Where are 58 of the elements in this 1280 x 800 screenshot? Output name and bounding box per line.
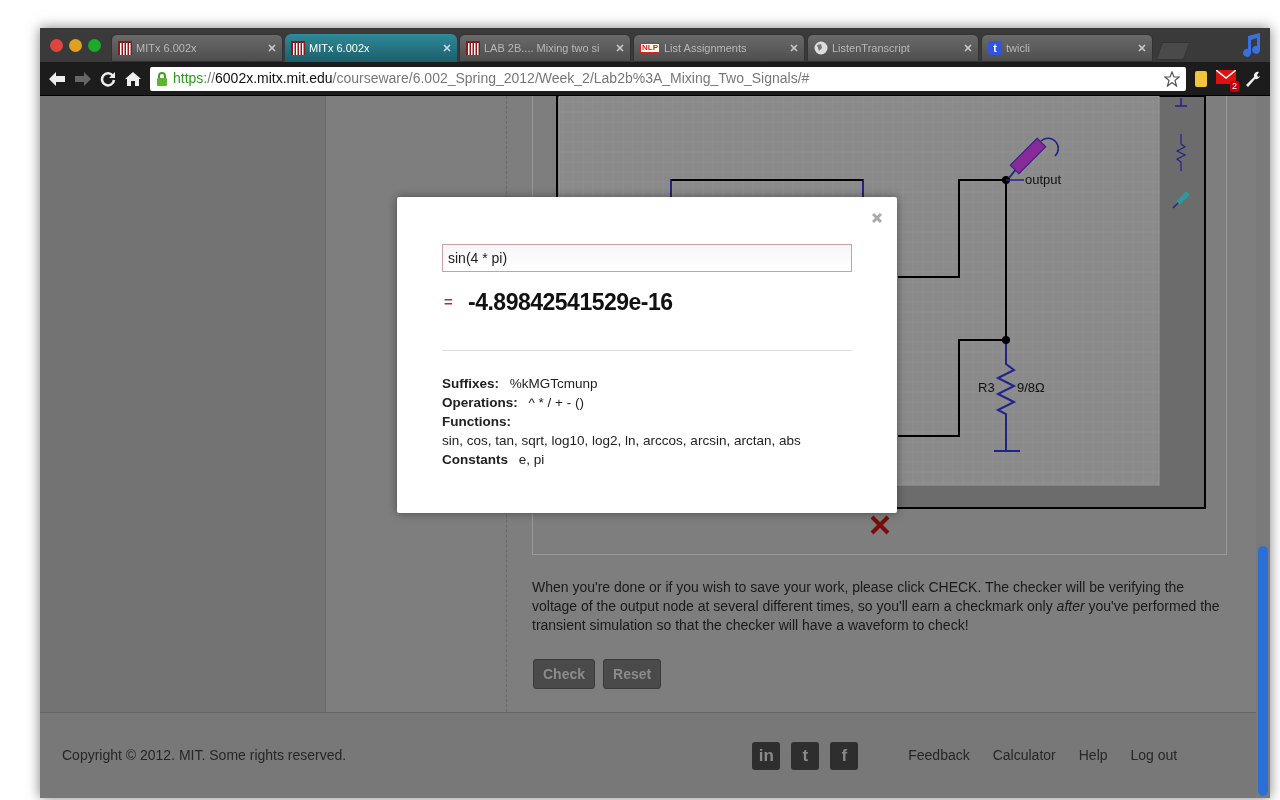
resistor-value: 9/8Ω — [1017, 380, 1045, 395]
tab-close-button[interactable] — [443, 44, 451, 52]
star-icon[interactable] — [1164, 70, 1180, 87]
unread-count-badge: 2 — [1230, 80, 1239, 92]
nlp-logo-icon: NLP — [640, 43, 660, 53]
browser-tab[interactable]: MITx 6.002x — [111, 34, 283, 62]
help-line: Suffixes: %kMGTcmunp — [442, 375, 599, 393]
back-icon[interactable] — [48, 70, 66, 87]
expression-field[interactable]: sin(4 * pi) — [442, 244, 852, 272]
zoom-window-button[interactable] — [88, 38, 101, 52]
tab-close-button[interactable] — [1138, 44, 1146, 52]
forward-icon[interactable] — [74, 70, 92, 87]
node-label: output — [1025, 172, 1062, 187]
lock-icon — [156, 71, 168, 86]
browser-tab[interactable]: ListenTranscript — [807, 34, 979, 62]
footer-link[interactable]: Calculator — [992, 745, 1056, 766]
bars-icon — [118, 41, 132, 55]
minimize-window-button[interactable] — [69, 38, 82, 52]
home-icon[interactable] — [124, 70, 142, 87]
form-button[interactable]: Reset — [603, 659, 662, 689]
scrollbar[interactable] — [1256, 96, 1270, 798]
footer-link[interactable]: Feedback — [908, 745, 970, 766]
bars-icon — [291, 41, 305, 55]
footer-link[interactable]: Help — [1078, 745, 1108, 766]
reload-icon[interactable] — [100, 70, 116, 87]
close-window-button[interactable] — [50, 38, 63, 52]
close-icon[interactable] — [872, 213, 882, 223]
url-text: https://6002x.mitx.mit.edu/courseware/6.002_Spring_2012/Week_2/Lab2b%3A_Mixing_Two_Signals/# — [173, 69, 811, 88]
copyright-text: Copyright © 2012. MIT. Some rights reserved. — [62, 746, 347, 765]
twicli-logo-icon: t — [988, 41, 1002, 55]
probe-tool-icon[interactable] — [1172, 191, 1190, 209]
wrench-icon[interactable] — [1244, 69, 1262, 88]
address-bar[interactable]: https://6002x.mitx.mit.edu/courseware/6.002_Spring_2012/Week_2/Lab2b%3A_Mixing_Two_Signals/# — [150, 66, 1186, 91]
tab-close-button[interactable] — [790, 44, 798, 52]
social-link[interactable]: t — [791, 741, 820, 770]
tab-close-button[interactable] — [964, 44, 972, 52]
result-value: -4.89842541529e-16 — [468, 288, 673, 317]
tab-close-button[interactable] — [268, 44, 276, 52]
resistor-label: R3 — [978, 380, 995, 395]
social-link[interactable]: f — [830, 741, 859, 770]
social-link[interactable]: in — [752, 741, 781, 770]
globe-icon — [814, 41, 828, 55]
tab-close-button[interactable] — [616, 44, 624, 52]
note-icon[interactable] — [1194, 69, 1208, 88]
browser-tab[interactable]: LAB 2B.... Mixing two si — [459, 34, 631, 62]
music-note-icon[interactable] — [1240, 32, 1262, 58]
x-mark-icon[interactable] — [870, 515, 890, 535]
instructions-text: When you're done or if you wish to save your work, please click CHECK. The checker will be verifying the voltage of the output node at several different times, so you'll earn a checkmark only after you've performed the transient simulation so that the checker will have a waveform to check! — [532, 578, 1221, 635]
bars-icon — [466, 41, 480, 55]
help-line: Constants e, pi — [442, 451, 546, 469]
resistor-tool-icon[interactable] — [1175, 133, 1187, 172]
browser-tab[interactable]: MITx 6.002x — [285, 34, 457, 62]
footer-link[interactable]: Log out — [1130, 745, 1178, 766]
form-button[interactable]: Check — [533, 659, 596, 689]
browser-tab[interactable]: NLP List Assignments — [633, 34, 805, 62]
browser-tab[interactable]: t twicli — [981, 34, 1153, 62]
equals-sign: = — [444, 292, 454, 312]
help-line: Operations: ^ * / + - () — [442, 394, 585, 412]
